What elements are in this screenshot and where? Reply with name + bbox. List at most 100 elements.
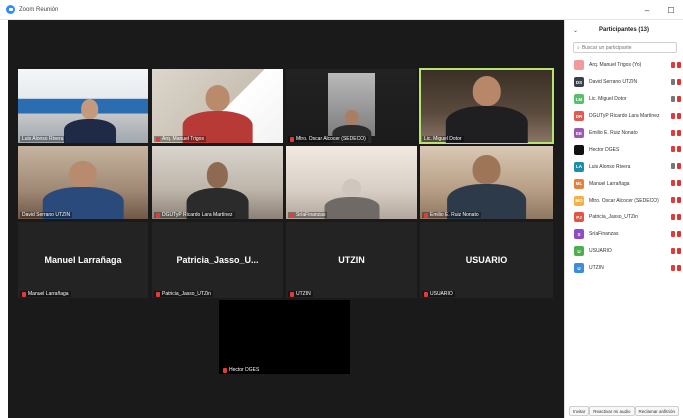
muted-mic-icon	[671, 264, 675, 271]
tile-name: Luis Alonso Rivera	[20, 136, 66, 142]
mic-icon	[671, 78, 675, 85]
muted-mic-icon	[156, 212, 160, 218]
participant-video	[182, 85, 253, 143]
participants-header: ⌄ Participantes (13)	[565, 20, 683, 40]
participant-row[interactable]: DR DGUTyP Ricardo Lara Martínez	[565, 108, 683, 125]
avatar	[574, 60, 584, 71]
video-tile[interactable]: DGUTyP Ricardo Lara Martínez	[152, 146, 283, 219]
participant-name: Lic. Miguel Dotor	[589, 96, 627, 103]
avatar: S	[574, 229, 584, 240]
participant-video	[186, 162, 249, 219]
video-tile[interactable]: David Serrano UTZIN	[18, 146, 148, 219]
video-tile-camera-off[interactable]: UTZIN UTZIN	[286, 222, 417, 298]
participant-name: Arq. Manuel Trigos (Yo)	[589, 62, 642, 69]
participant-row[interactable]: U UTZIN	[565, 260, 683, 277]
maximize-button[interactable]: ☐	[659, 0, 683, 20]
tile-name: Lic. Miguel Dotor	[422, 136, 464, 142]
camera-icon	[677, 78, 681, 85]
participants-panel: ⌄ Participantes (13) ⌕ Arq. Manuel Trigo…	[564, 20, 683, 418]
participant-row[interactable]: DS David Serrano UTZIN	[565, 74, 683, 91]
claim-host-button[interactable]: Reclamar anfitrión	[634, 406, 680, 416]
tile-name: Hector DGES	[221, 367, 262, 373]
muted-mic-icon	[424, 212, 428, 218]
video-tile-active-speaker[interactable]: Lic. Miguel Dotor	[419, 68, 554, 144]
minimize-button[interactable]: –	[635, 0, 659, 20]
participant-row[interactable]: Hector DGES	[565, 141, 683, 158]
camera-icon	[677, 129, 681, 136]
muted-mic-icon	[156, 136, 160, 142]
video-tile[interactable]: SríaFinanzas	[286, 146, 417, 219]
tile-name: Arq. Manuel Trigos	[154, 136, 206, 142]
participant-row[interactable]: ML Manuel Larrañaga	[565, 175, 683, 192]
participant-row[interactable]: LM Lic. Miguel Dotor	[565, 91, 683, 108]
muted-mic-icon	[424, 291, 428, 297]
avatar: LA	[574, 161, 584, 172]
invite-button[interactable]: Invitar	[569, 406, 590, 416]
camera-icon	[677, 163, 681, 170]
participant-row[interactable]: Arq. Manuel Trigos (Yo)	[565, 57, 683, 74]
participant-name: Luis Alonso Rivera	[589, 163, 631, 170]
muted-mic-icon	[223, 367, 227, 373]
participants-footer: Invitar Reactivar mi audio Reclamar anfi…	[565, 406, 683, 416]
title-bar: Zoom Reunión – ☐	[0, 0, 683, 20]
video-tile-camera-off[interactable]: Patricia_Jasso_U... Patricia_Jasso_UTZin	[152, 222, 283, 298]
camera-icon	[677, 197, 681, 204]
avatar	[574, 144, 584, 155]
search-input[interactable]	[581, 44, 662, 51]
avatar: MO	[574, 195, 584, 206]
zoom-logo-icon	[6, 5, 15, 14]
video-tile[interactable]: Emilio E. Ruiz Nonato	[420, 146, 553, 219]
participant-video	[323, 178, 380, 219]
muted-mic-icon	[671, 197, 675, 204]
video-tile[interactable]: Hector DGES	[219, 300, 350, 374]
mic-icon	[671, 95, 675, 102]
video-gallery: Luis Alonso Rivera Arq. Manuel Trigos Mt…	[8, 20, 564, 418]
video-tile-camera-off[interactable]: USUARIO USUARIO	[420, 222, 553, 298]
participants-title: Participantes (13)	[598, 27, 650, 33]
muted-mic-icon	[671, 112, 675, 119]
video-tile-camera-off[interactable]: Manuel Larrañaga Manuel Larrañaga	[18, 222, 148, 298]
tile-display-name: UTZIN	[338, 255, 365, 265]
participant-name: Hector DGES	[589, 146, 620, 153]
avatar: PJ	[574, 212, 584, 223]
participant-row[interactable]: PJ Patricia_Jasso_UTZin	[565, 209, 683, 226]
camera-icon	[677, 146, 681, 153]
camera-icon	[677, 264, 681, 271]
avatar: DR	[574, 111, 584, 122]
avatar: DS	[574, 77, 584, 88]
participant-video	[445, 76, 528, 143]
participant-name: Emilio E. Ruiz Nonato	[589, 130, 638, 136]
video-tile[interactable]: Mtro. Oscar Alcocer (SEDECO)	[286, 69, 417, 143]
participant-list: Arq. Manuel Trigos (Yo) DS David Serrano…	[565, 57, 683, 277]
participant-row[interactable]: LA Luis Alonso Rivera	[565, 158, 683, 175]
participant-name: Patricia_Jasso_UTZin	[589, 214, 638, 221]
muted-mic-icon	[290, 291, 294, 297]
camera-icon	[677, 180, 681, 187]
participant-row[interactable]: EE Emilio E. Ruiz Nonato	[565, 125, 683, 142]
collapse-chevron-icon[interactable]: ⌄	[573, 27, 578, 34]
muted-mic-icon	[671, 62, 675, 68]
unmute-button[interactable]: Reactivar mi audio	[589, 406, 635, 416]
participant-row[interactable]: MO Mtro. Oscar Alcocer (SEDECO)	[565, 192, 683, 209]
participant-name: SríaFinanzas	[589, 231, 619, 238]
camera-icon	[677, 95, 681, 102]
camera-icon	[677, 214, 681, 221]
avatar: EE	[574, 128, 584, 138]
video-tile[interactable]: Arq. Manuel Trigos	[152, 69, 283, 143]
participant-row[interactable]: U USUARIO	[565, 243, 683, 260]
participant-name: USUARIO	[589, 248, 612, 255]
muted-mic-icon	[156, 291, 160, 297]
tile-display-name: Manuel Larrañaga	[44, 255, 122, 265]
tile-name: Patricia_Jasso_UTZin	[154, 291, 213, 297]
zoom-window: Zoom Reunión – ☐ Luis Alonso Rivera Arq.…	[0, 0, 683, 418]
avatar: U	[574, 263, 584, 274]
tile-name: UTZIN	[288, 291, 313, 297]
video-tile[interactable]: Luis Alonso Rivera	[18, 69, 148, 143]
participant-row[interactable]: S SríaFinanzas	[565, 226, 683, 243]
participant-name: Manuel Larrañaga	[589, 180, 630, 187]
muted-mic-icon	[290, 212, 294, 218]
search-icon: ⌕	[577, 44, 580, 51]
camera-icon	[677, 112, 681, 119]
muted-mic-icon	[671, 129, 675, 136]
participant-search[interactable]: ⌕	[573, 42, 677, 53]
